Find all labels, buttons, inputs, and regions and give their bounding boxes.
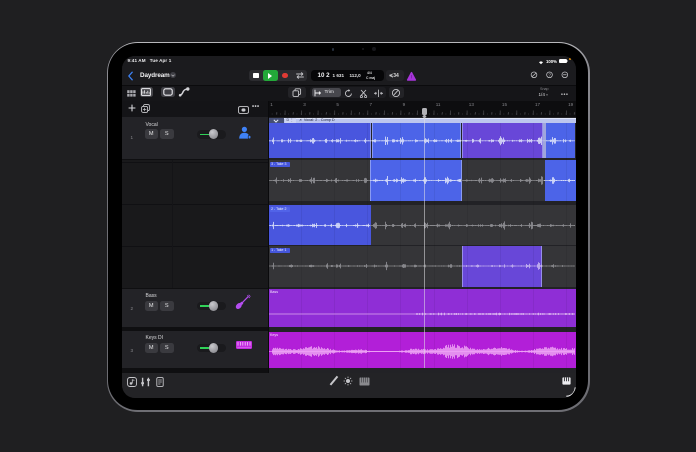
svg-text:?: ? [548, 72, 551, 77]
